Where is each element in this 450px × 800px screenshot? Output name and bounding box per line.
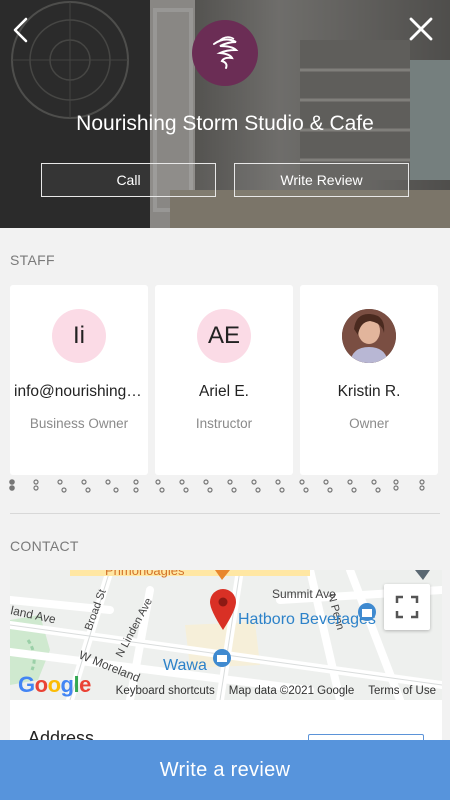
terms-link[interactable]: Terms of Use: [368, 685, 436, 697]
staff-name: Ariel E.: [199, 383, 249, 400]
storm-swirl-icon: [213, 36, 239, 69]
staff-card[interactable]: Kristin R. Owner: [300, 285, 438, 475]
fullscreen-button[interactable]: [384, 584, 430, 630]
hero-header: Nourishing Storm Studio & Cafe Call Writ…: [0, 0, 450, 228]
staff-card[interactable]: Ii info@nourishingstorm.com Business Own…: [10, 285, 148, 475]
staff-role: Business Owner: [29, 416, 129, 431]
location-map[interactable]: Primohoagies Summit Ave land Ave Broad S…: [10, 570, 442, 700]
map-attribution-bar: Keyboard shortcuts Map data ©2021 Google…: [10, 682, 442, 700]
scroll-indicator-dots: [9, 479, 425, 493]
map-data-text: Map data ©2021 Google: [228, 685, 355, 697]
business-logo: [192, 20, 258, 86]
back-arrow-icon[interactable]: [10, 16, 34, 44]
contact-section-title: CONTACT: [10, 538, 79, 554]
staff-name: info@nourishingstorm.com: [14, 383, 144, 400]
call-button[interactable]: Call: [41, 163, 216, 197]
staff-name: Kristin R.: [337, 383, 401, 400]
staff-role: Instructor: [195, 416, 253, 431]
avatar: Ii: [52, 309, 106, 363]
staff-card[interactable]: AE Ariel E. Instructor: [155, 285, 293, 475]
avatar: AE: [197, 309, 251, 363]
close-icon[interactable]: [408, 16, 434, 42]
person-photo-icon: [342, 309, 396, 363]
write-review-button[interactable]: Write Review: [234, 163, 409, 197]
map-label-beverages: Hatboro Beverages: [238, 611, 376, 628]
business-name: Nourishing Storm Studio & Cafe: [76, 112, 374, 135]
keyboard-shortcuts-link[interactable]: Keyboard shortcuts: [116, 685, 215, 697]
map-label-wawa: Wawa: [163, 657, 207, 674]
staff-section-title: STAFF: [10, 252, 55, 268]
fullscreen-icon: [395, 595, 419, 619]
section-divider: [10, 513, 440, 514]
map-label-primo: Primohoagies: [105, 570, 185, 578]
write-a-review-button[interactable]: Write a review: [0, 740, 450, 800]
staff-role: Owner: [349, 416, 389, 431]
avatar-photo: [342, 309, 396, 363]
